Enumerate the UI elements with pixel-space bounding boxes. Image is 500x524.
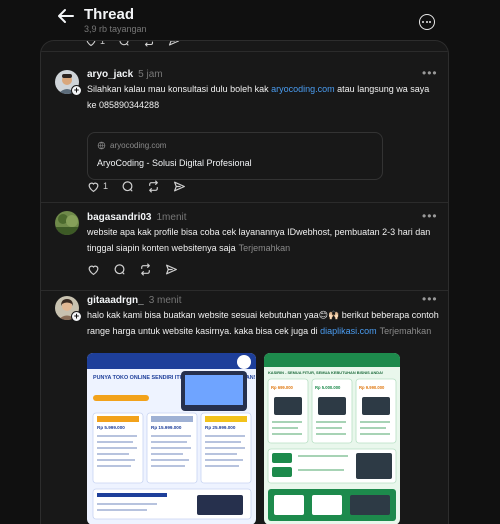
- avatar-image: [55, 211, 79, 235]
- username[interactable]: gitaaadrgn_: [87, 295, 144, 306]
- send-icon: [168, 41, 180, 46]
- promo-image: PUNYA TOKO ONLINE SENDIRI ITU LEBIH MENG…: [87, 353, 256, 524]
- back-arrow-icon[interactable]: [56, 6, 76, 26]
- post-text: Silahkan kalau mau konsultasi dulu boleh…: [87, 81, 437, 113]
- like-button[interactable]: 1: [85, 40, 106, 47]
- send-icon: [166, 264, 177, 274]
- post-menu-icon[interactable]: •••: [422, 209, 438, 223]
- send-icon: [174, 181, 185, 191]
- translate-link[interactable]: Terjemahkan: [380, 326, 432, 336]
- translate-link[interactable]: Terjemahkan: [239, 243, 291, 253]
- username[interactable]: bagasandri03: [87, 212, 151, 223]
- thread-feed: 1 + aryo_jack 5 jam ••• Silahkan kalau m…: [40, 40, 449, 524]
- post-text: halo kak kami bisa buatkan website sesua…: [87, 307, 443, 339]
- post-link[interactable]: diaplikasi.com: [320, 326, 377, 336]
- promo-image: KASIRIN - SEMUA FITUR, SEMUA KEBUTUHAN B…: [264, 353, 400, 524]
- reply-post: bagasandri03 1menit ••• website apa kak p…: [41, 203, 448, 291]
- reply-post: + aryo_jack 5 jam ••• Silahkan kalau mau …: [41, 53, 448, 203]
- reply-button[interactable]: [118, 41, 130, 47]
- username[interactable]: aryo_jack: [87, 69, 133, 80]
- avatar[interactable]: [55, 211, 79, 235]
- reply-button[interactable]: [113, 263, 126, 276]
- like-count: 1: [100, 40, 106, 46]
- follow-plus-icon[interactable]: +: [71, 311, 82, 322]
- price-label: Rp 5.999.000: [97, 425, 125, 430]
- previous-post-actions: 1: [41, 40, 448, 52]
- comment-icon: [119, 41, 129, 46]
- comment-icon: [114, 263, 125, 274]
- repost-icon: [149, 179, 158, 193]
- share-button[interactable]: [165, 263, 178, 276]
- post-menu-icon[interactable]: •••: [422, 292, 438, 306]
- follow-plus-icon[interactable]: +: [71, 85, 82, 96]
- reply-post: + gitaaadrgn_ 3 menit ••• halo kak kami b…: [41, 291, 448, 524]
- more-options-icon[interactable]: [419, 14, 435, 30]
- timestamp: 5 jam: [138, 69, 163, 80]
- reply-button[interactable]: [121, 180, 134, 193]
- heart-icon: [86, 41, 96, 47]
- heart-icon: [88, 265, 99, 275]
- like-count: 1: [103, 181, 109, 191]
- image-headline: KASIRIN - SEMUA FITUR, SEMUA KEBUTUHAN B…: [268, 370, 383, 375]
- share-button[interactable]: [173, 180, 186, 193]
- card-title: AryoCoding - Solusi Digital Profesional: [97, 158, 252, 168]
- link-preview-card[interactable]: aryocoding.com AryoCoding - Solusi Digit…: [87, 132, 383, 180]
- price-label: Rp 699.000: [271, 385, 294, 390]
- repost-button[interactable]: [147, 179, 160, 193]
- price-label: Rp 25.999.000: [205, 425, 236, 430]
- post-image-2[interactable]: KASIRIN - SEMUA FITUR, SEMUA KEBUTUHAN B…: [264, 353, 400, 524]
- timestamp: 1menit: [156, 212, 187, 223]
- price-label: Rp 15.999.000: [151, 425, 182, 430]
- page-title: Thread: [84, 6, 135, 23]
- repost-button[interactable]: [139, 262, 152, 276]
- post-link[interactable]: aryocoding.com: [271, 84, 335, 94]
- view-count: 3,9 rb tayangan: [84, 24, 147, 34]
- price-label: Rp 9.990.000: [359, 385, 385, 390]
- timestamp: 3 menit: [148, 295, 182, 306]
- post-header: aryo_jack 5 jam: [87, 69, 163, 80]
- post-text-part: Silahkan kalau mau konsultasi dulu boleh…: [87, 84, 272, 94]
- post-header: bagasandri03 1menit: [87, 212, 187, 223]
- thread-header: Thread 3,9 rb tayangan: [0, 0, 500, 40]
- post-image-1[interactable]: PUNYA TOKO ONLINE SENDIRI ITU LEBIH MENG…: [87, 353, 256, 524]
- repost-icon: [141, 262, 150, 276]
- card-domain-row: aryocoding.com: [97, 141, 166, 150]
- post-menu-icon[interactable]: •••: [422, 66, 438, 80]
- repost-button[interactable]: [143, 41, 155, 47]
- price-label: Rp 5.000.000: [315, 385, 341, 390]
- repost-icon: [144, 41, 154, 47]
- heart-icon: [88, 182, 99, 192]
- like-button[interactable]: 1: [87, 180, 108, 193]
- like-button[interactable]: [87, 263, 100, 276]
- post-header: gitaaadrgn_ 3 menit: [87, 295, 181, 306]
- share-button[interactable]: [168, 41, 180, 47]
- comment-icon: [122, 180, 133, 191]
- globe-icon: [97, 141, 106, 150]
- post-text: website apa kak profile bisa coba cek la…: [87, 224, 443, 256]
- card-domain: aryocoding.com: [110, 141, 167, 150]
